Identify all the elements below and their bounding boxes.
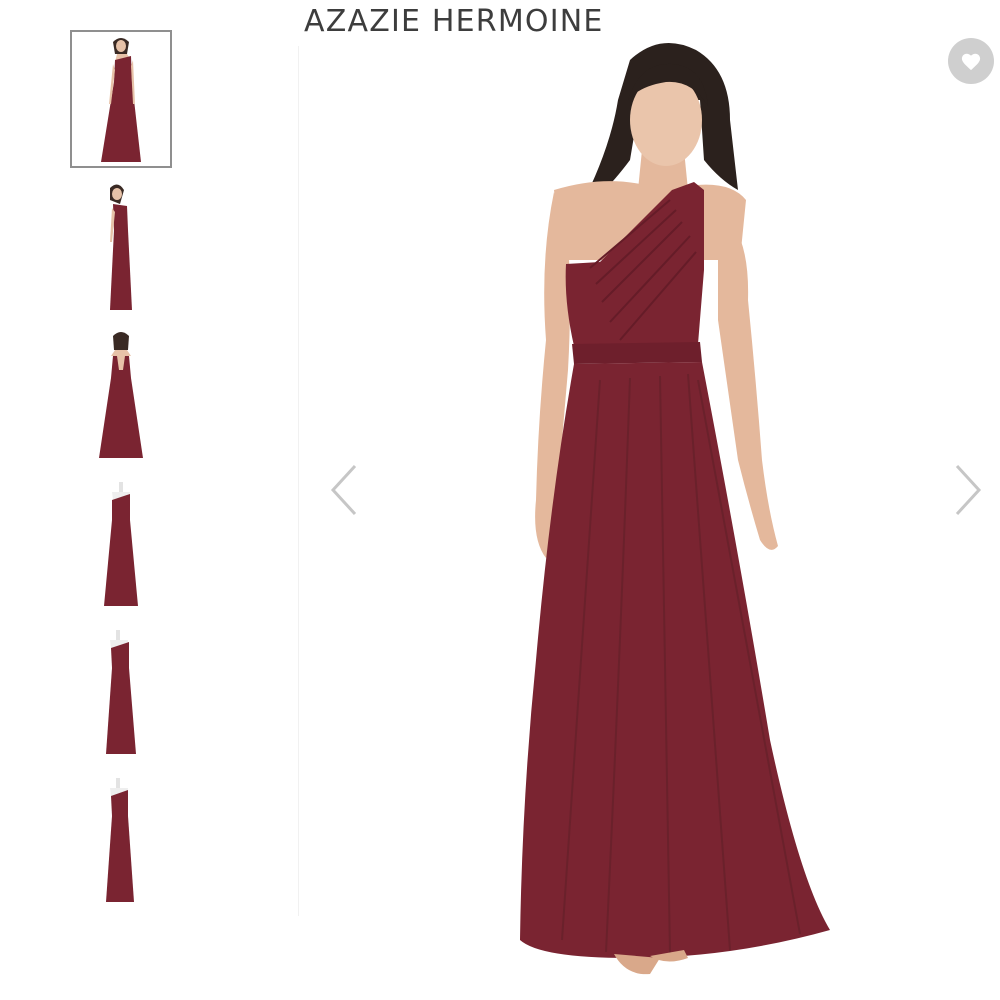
thumbnail-image [99, 332, 143, 458]
thumbnail-image [104, 482, 138, 606]
thumbnail-model-front[interactable] [70, 30, 172, 168]
thumbnail-model-side[interactable] [70, 178, 172, 316]
thumbnail-image [101, 38, 141, 162]
thumbnail-mannequin-side[interactable] [70, 770, 172, 908]
previous-image-button[interactable] [326, 458, 362, 522]
product-title: AZAZIE HERMOINE [304, 4, 604, 39]
chevron-right-icon [955, 464, 982, 516]
thumbnail-mannequin-front[interactable] [70, 474, 172, 612]
gallery-divider [298, 46, 299, 916]
thumbnail-mannequin-three-quarter[interactable] [70, 622, 172, 760]
heart-icon [961, 53, 981, 71]
thumbnail-model-back[interactable] [70, 326, 172, 464]
chevron-left-icon [330, 464, 357, 516]
wishlist-button[interactable] [948, 38, 994, 84]
thumbnail-image [106, 778, 134, 902]
next-image-button[interactable] [950, 458, 986, 522]
main-product-image [520, 42, 830, 975]
thumbnail-image [106, 630, 136, 754]
thumbnail-image [110, 184, 132, 310]
